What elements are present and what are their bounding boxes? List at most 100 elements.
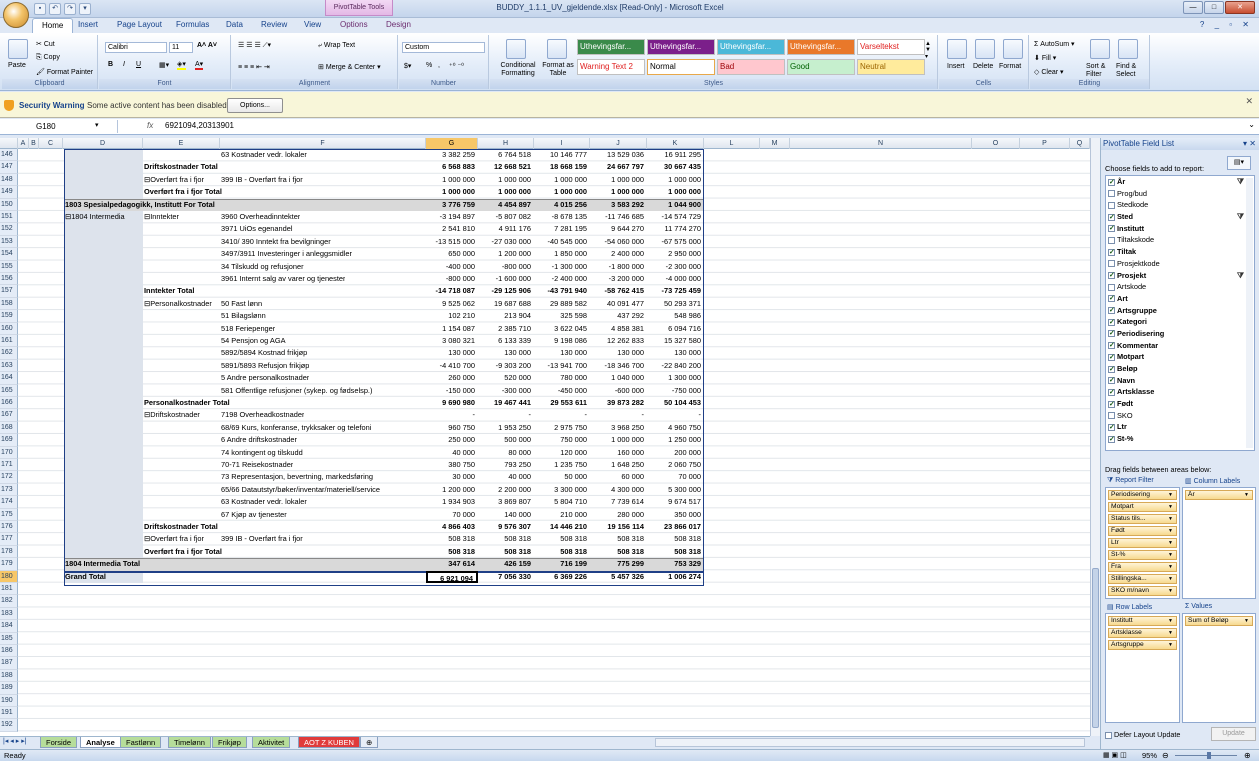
row-header[interactable]: 188 [0,669,18,683]
field-item[interactable]: ✓ Art [1106,293,1254,305]
cell-value[interactable]: 1 006 274 [647,571,704,583]
cell-value[interactable]: 5 300 000 [647,484,704,496]
area-field-chip[interactable]: Ltr [1108,538,1177,548]
insert-button[interactable]: Insert [947,63,965,70]
field-item[interactable]: Prog/bud [1106,188,1254,200]
cell-value[interactable]: 2 200 000 [478,484,534,496]
field-checkbox[interactable]: ✓ [1108,353,1115,361]
area-field-chip[interactable]: Artsgruppe [1108,640,1177,650]
cell-value[interactable]: 6 921 094 [426,570,478,583]
cell-value[interactable]: 18 668 159 [534,161,590,173]
report-filter-area[interactable]: Periodisering Motpart Status tils... Født Lt… [1105,487,1180,599]
cell-value[interactable]: -750 000 [647,385,704,397]
cell-value[interactable]: 6 369 226 [534,571,590,583]
row-header[interactable]: 192 [0,719,18,732]
cell-value[interactable]: 793 250 [478,459,534,471]
cell-f[interactable]: 65/66 Datautstyr/bøker/inventar/materiel… [221,484,380,496]
cell-value[interactable]: 7 281 195 [534,223,590,235]
cell-value[interactable]: -2 400 000 [534,273,590,285]
cell-value[interactable]: 1 000 000 [534,186,590,198]
tab-options[interactable]: Options [338,20,370,29]
cell-value[interactable]: 4 300 000 [590,484,647,496]
column-header-g[interactable]: G [426,138,478,149]
name-box[interactable]: G180 [0,120,118,133]
cell-value[interactable]: 6 094 716 [647,323,704,335]
cell-value[interactable]: 780 000 [534,372,590,384]
cell-value[interactable]: 29 553 611 [534,397,590,409]
cell-value[interactable]: 2 950 000 [647,248,704,260]
cell-value[interactable]: 3 300 000 [534,484,590,496]
row-header[interactable]: 152 [0,223,18,236]
area-field-chip[interactable]: Motpart [1108,502,1177,512]
cell-value[interactable]: 2 060 750 [647,459,704,471]
font-size-combo[interactable]: 11 [169,42,193,53]
field-checkbox[interactable]: ✓ [1108,388,1115,396]
row-header[interactable]: 172 [0,471,18,484]
font-color-icon[interactable]: A▾ [195,60,204,70]
cell-value[interactable]: 350 000 [647,509,704,521]
close-icon[interactable]: ✕ [1225,1,1255,14]
cell-value[interactable]: 9 198 086 [534,335,590,347]
defer-checkbox-box[interactable] [1105,731,1112,739]
column-labels-area[interactable]: År [1182,487,1256,599]
row-header[interactable]: 175 [0,508,18,521]
delete-cells-icon[interactable] [975,39,995,59]
field-item[interactable]: ✓ År ⧩ [1106,176,1254,188]
row-header[interactable]: 157 [0,285,18,298]
cell-value[interactable]: 5 457 326 [590,571,647,583]
field-item[interactable]: SKO [1106,410,1254,422]
cell-f[interactable]: 3960 Overheadinntekter [221,211,300,223]
field-item[interactable]: Artskode [1106,281,1254,293]
cell-value[interactable]: 1 000 000 [426,186,478,198]
select-all-corner[interactable] [0,138,18,149]
cell-value[interactable]: -29 125 906 [478,285,534,297]
field-checkbox[interactable] [1108,260,1115,268]
cell-value[interactable]: 70 000 [647,471,704,483]
cell-value[interactable]: -400 000 [426,261,478,273]
cell-e[interactable]: Overført fra i fjor Total [144,546,222,558]
insert-cells-icon[interactable] [947,39,967,59]
cell-e[interactable]: ⊟Driftskostnader [144,409,200,421]
column-header-h[interactable]: H [478,138,534,149]
cell-value[interactable]: 3 869 807 [478,496,534,508]
field-item[interactable]: ✓ Navn [1106,375,1254,387]
sheet-tab-4[interactable]: Frikjøp [212,737,247,748]
cell-value[interactable]: 4 866 403 [426,521,478,533]
row-header[interactable]: 171 [0,459,18,472]
cell-value[interactable]: 4 858 381 [590,323,647,335]
cell-value[interactable]: -67 575 000 [647,236,704,248]
fill-button[interactable]: ⬇ Fill ▾ [1034,54,1056,62]
cell-value[interactable]: 508 318 [590,546,647,558]
cell-f[interactable]: 70-71 Reisekostnader [221,459,293,471]
cell-style-6[interactable]: Normal [647,59,715,75]
vertical-scrollbar[interactable] [1090,138,1100,736]
cell-value[interactable]: 140 000 [478,509,534,521]
cell-value[interactable]: 437 292 [590,310,647,322]
cell-value[interactable]: 1 953 250 [478,422,534,434]
field-item[interactable]: ✓ St-% [1106,433,1254,445]
area-field-chip[interactable]: Stillingska... [1108,574,1177,584]
sheet-nav-icons[interactable]: |◂ ◂ ▸ ▸| [3,737,27,745]
row-header[interactable]: 166 [0,397,18,410]
column-header-j[interactable]: J [590,138,647,149]
field-checkbox[interactable]: ✓ [1108,248,1115,256]
cell-value[interactable]: -11 746 685 [590,211,647,223]
cell-f[interactable]: 50 Fast lønn [221,298,262,310]
field-item[interactable]: ✓ Institutt [1106,223,1254,235]
cell-value[interactable]: -73 725 459 [647,285,704,297]
cell-value[interactable]: -18 346 700 [590,360,647,372]
row-header[interactable]: 150 [0,198,18,211]
cell-value[interactable]: -3 200 000 [590,273,647,285]
cell-value[interactable]: 11 774 270 [647,223,704,235]
cell-f[interactable]: 3497/3911 Investeringer i anleggsmidler [221,248,352,260]
cell-value[interactable]: -22 840 200 [647,360,704,372]
cell-f[interactable]: 5 Andre personalkostnader [221,372,309,384]
cell-value[interactable]: 6 133 339 [478,335,534,347]
cell-value[interactable]: 12 668 521 [478,161,534,173]
cell-value[interactable]: 130 000 [590,347,647,359]
cell-value[interactable]: 508 318 [647,533,704,545]
column-header-p[interactable]: P [1020,138,1070,149]
sheet-tab-3[interactable]: Timelønn [168,737,211,748]
cell-value[interactable]: 508 318 [534,546,590,558]
cell-value[interactable]: 2 400 000 [590,248,647,260]
